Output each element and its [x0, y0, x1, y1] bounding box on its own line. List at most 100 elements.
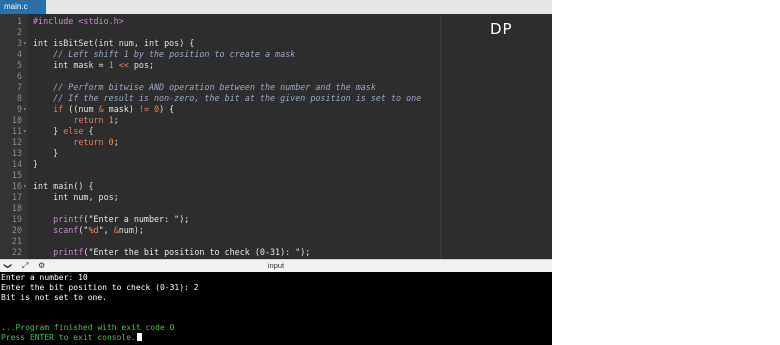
console-line-text: Enter the bit position to check (0-31): … — [1, 283, 199, 292]
code-text: int isBitSet(int num, int pos) { — [33, 38, 194, 49]
console-toolbar: ❯ ⤢ ⚙ input — [0, 259, 552, 272]
code-text: int main() { — [33, 181, 94, 192]
code-text: return 1; — [33, 115, 119, 126]
code-token: pos; — [133, 60, 155, 70]
code-line: 4 // Left shift 1 by the position to cre… — [0, 49, 552, 60]
handwritten-annotation: DP — [490, 20, 513, 38]
code-token: return — [33, 115, 109, 125]
code-text: scanf("%d", &num); — [33, 225, 144, 236]
code-line: 15 — [0, 170, 552, 181]
code-token: if — [33, 104, 69, 114]
code-token: // Left shift 1 by the position to creat… — [33, 49, 296, 59]
console-line: Bit is not set to one. — [1, 293, 107, 303]
line-number: 16 — [11, 181, 22, 191]
code-text: return 0; — [33, 137, 119, 148]
code-token: { — [83, 126, 94, 136]
code-token: printf — [33, 247, 84, 257]
line-number: 21 — [11, 236, 22, 246]
console-line: Enter a number: 10 — [1, 273, 88, 283]
code-text: } — [33, 148, 58, 159]
code-line: 3 ▾ int isBitSet(int num, int pos) { — [0, 38, 552, 49]
line-number: 22 — [11, 247, 22, 257]
fold-toggle-icon[interactable]: ▾ — [23, 104, 27, 115]
line-number: 15 — [11, 170, 22, 180]
code-line: 16 ▾ int main() { — [0, 181, 552, 192]
code-token: int num, pos; — [33, 192, 119, 202]
line-number: 3 — [16, 38, 22, 48]
line-number: 7 — [16, 82, 22, 92]
line-number: 11 — [11, 126, 22, 136]
code-line: 22 printf("Enter the bit position to che… — [0, 247, 552, 258]
code-line: 10 return 1; — [0, 115, 552, 126]
code-line: 21 — [0, 236, 552, 247]
line-number: 1 — [16, 16, 22, 26]
line-number: 6 — [16, 71, 22, 81]
code-token: int main() { — [33, 181, 94, 191]
code-text: // Left shift 1 by the position to creat… — [33, 49, 295, 60]
line-number: 10 — [11, 115, 22, 125]
line-number: 17 — [11, 192, 22, 202]
console-output[interactable]: Enter a number: 10 Enter the bit position… — [0, 272, 552, 345]
code-token: ; — [113, 137, 119, 147]
online-ide: main.c 1 #include <stdio.h> 2 3 ▾ int isBitSe… — [0, 0, 552, 345]
code-token: #include <stdio.h> — [33, 16, 124, 26]
code-line: 12 return 0; — [0, 137, 552, 148]
code-text: } — [33, 159, 38, 170]
line-number: 13 — [11, 148, 22, 158]
fold-toggle-icon[interactable]: ▾ — [23, 181, 27, 192]
line-number: 2 — [16, 27, 22, 37]
code-token: } — [33, 159, 39, 169]
code-text: int mask = 1 << pos; — [33, 60, 154, 71]
code-line: 1 #include <stdio.h> — [0, 16, 552, 27]
code-token: mask) — [103, 104, 139, 114]
console-line-text: Bit is not set to one. — [1, 293, 107, 302]
code-token: else — [63, 126, 84, 136]
fold-toggle-icon[interactable]: ▾ — [23, 38, 27, 49]
line-number: 12 — [11, 137, 22, 147]
code-token: num); — [118, 225, 144, 235]
console-line: Enter the bit position to check (0-31): … — [1, 283, 198, 293]
code-token: // Perform bitwise AND operation between… — [33, 82, 376, 92]
code-text: printf("Enter the bit position to check … — [33, 247, 310, 258]
tab-main-c[interactable]: main.c — [0, 0, 46, 14]
line-number: 4 — [16, 49, 22, 59]
code-token: ) { — [159, 104, 175, 114]
code-text: // Perform bitwise AND operation between… — [33, 82, 376, 93]
code-line: 6 — [0, 71, 552, 82]
line-number: 19 — [11, 214, 22, 224]
fold-toggle-icon[interactable]: ▾ — [23, 126, 27, 137]
code-text: // If the result is non-zero, the bit at… — [33, 93, 421, 104]
code-token: ; — [113, 115, 119, 125]
code-token: return — [33, 137, 109, 147]
code-token: %d — [88, 225, 99, 235]
line-number: 14 — [11, 159, 22, 169]
code-token: ((num — [68, 104, 99, 114]
console-line-text: Enter a number: 10 — [1, 273, 88, 282]
code-line: 19 printf("Enter a number: "); — [0, 214, 552, 225]
code-line: 13 } — [0, 148, 552, 159]
line-number: 18 — [11, 203, 22, 213]
code-token: ("Enter the bit position to check (0-31)… — [83, 247, 311, 257]
code-text: int num, pos; — [33, 192, 119, 203]
code-text: printf("Enter a number: "); — [33, 214, 189, 225]
code-editor[interactable]: 1 #include <stdio.h> 2 3 ▾ int isBitSet(int n… — [0, 14, 552, 259]
code-line: 2 — [0, 27, 552, 38]
console-line-text: ...Program finished with exit code 0 — [1, 323, 175, 332]
tab-bar: main.c — [0, 0, 552, 14]
code-token: << — [113, 60, 134, 70]
code-text: } else { — [33, 126, 94, 137]
code-token: // If the result is non-zero, the bit at… — [33, 93, 422, 103]
code-token: int mask = — [33, 60, 109, 70]
line-number: 9 — [16, 104, 22, 114]
code-text: #include <stdio.h> — [33, 16, 124, 27]
console-cursor — [136, 333, 142, 341]
console-line: ...Program finished with exit code 0 — [1, 323, 174, 333]
code-token: (" — [78, 225, 89, 235]
code-token: ("Enter a number: "); — [83, 214, 190, 224]
console-line-text: Press ENTER to exit console. — [1, 333, 136, 342]
code-line: 18 — [0, 203, 552, 214]
code-token: } — [33, 126, 64, 136]
code-line: 8 // If the result is non-zero, the bit … — [0, 93, 552, 104]
code-line: 11 ▾ } else { — [0, 126, 552, 137]
code-token: ", — [98, 225, 114, 235]
